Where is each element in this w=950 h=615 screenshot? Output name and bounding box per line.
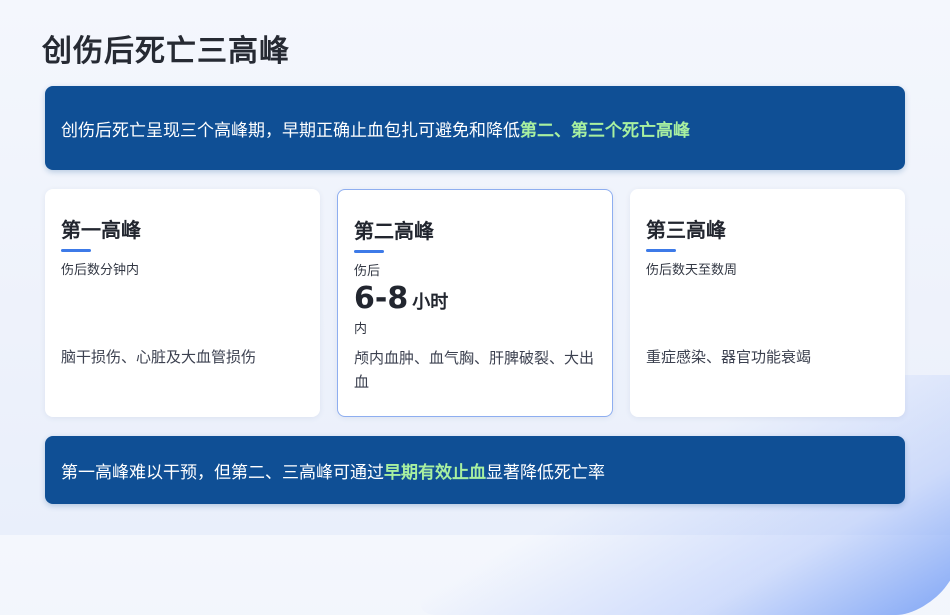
card-description: 脑干损伤、心脏及大血管损伤 xyxy=(61,348,257,366)
time-number: 6-8 xyxy=(354,281,409,316)
time-unit: 小时 xyxy=(412,292,449,313)
summary-text: 创伤后死亡呈现三个高峰期，早期正确止血包扎可避免和降低 xyxy=(61,120,520,141)
card-title: 第二高峰 xyxy=(354,219,434,243)
card-time: 伤后数分钟内 xyxy=(61,263,140,278)
summary-banner: 创伤后死亡呈现三个高峰期，早期正确止血包扎可避免和降低 第二、第三个死亡高峰 xyxy=(45,86,905,170)
summary-highlight: 第二、第三个死亡高峰 xyxy=(520,120,690,141)
card-description: 颅内血肿、血气胸、肝脾破裂、大出血 xyxy=(354,349,595,391)
card-time-prefix: 伤后 xyxy=(354,264,381,279)
conclusion-text-after: 显著降低死亡率 xyxy=(486,462,605,483)
title-underline xyxy=(61,249,91,252)
card-second-peak: 第二高峰 伤后 6-8 小时 内 颅内血肿、血气胸、肝脾破裂、大出血 xyxy=(337,189,613,417)
title-underline xyxy=(354,250,384,253)
title-underline xyxy=(646,249,676,252)
card-title: 第一高峰 xyxy=(61,218,141,242)
conclusion-banner: 第一高峰难以干预，但第二、三高峰可通过 早期有效止血 显著降低死亡率 xyxy=(45,436,905,504)
card-third-peak: 第三高峰 伤后数天至数周 重症感染、器官功能衰竭 xyxy=(630,189,905,417)
card-first-peak: 第一高峰 伤后数分钟内 脑干损伤、心脏及大血管损伤 xyxy=(45,189,320,417)
page-title: 创伤后死亡三高峰 xyxy=(42,34,290,69)
card-time: 伤后数天至数周 xyxy=(646,263,738,278)
conclusion-highlight: 早期有效止血 xyxy=(384,462,486,483)
card-description: 重症感染、器官功能衰竭 xyxy=(646,348,812,366)
card-time-highlight: 6-8 小时 xyxy=(354,281,596,317)
card-time-suffix: 内 xyxy=(354,322,368,337)
peak-cards: 第一高峰 伤后数分钟内 脑干损伤、心脏及大血管损伤 第二高峰 伤后 6-8 小时 … xyxy=(45,189,905,417)
conclusion-text-before: 第一高峰难以干预，但第二、三高峰可通过 xyxy=(61,462,384,483)
card-title: 第三高峰 xyxy=(646,218,726,242)
